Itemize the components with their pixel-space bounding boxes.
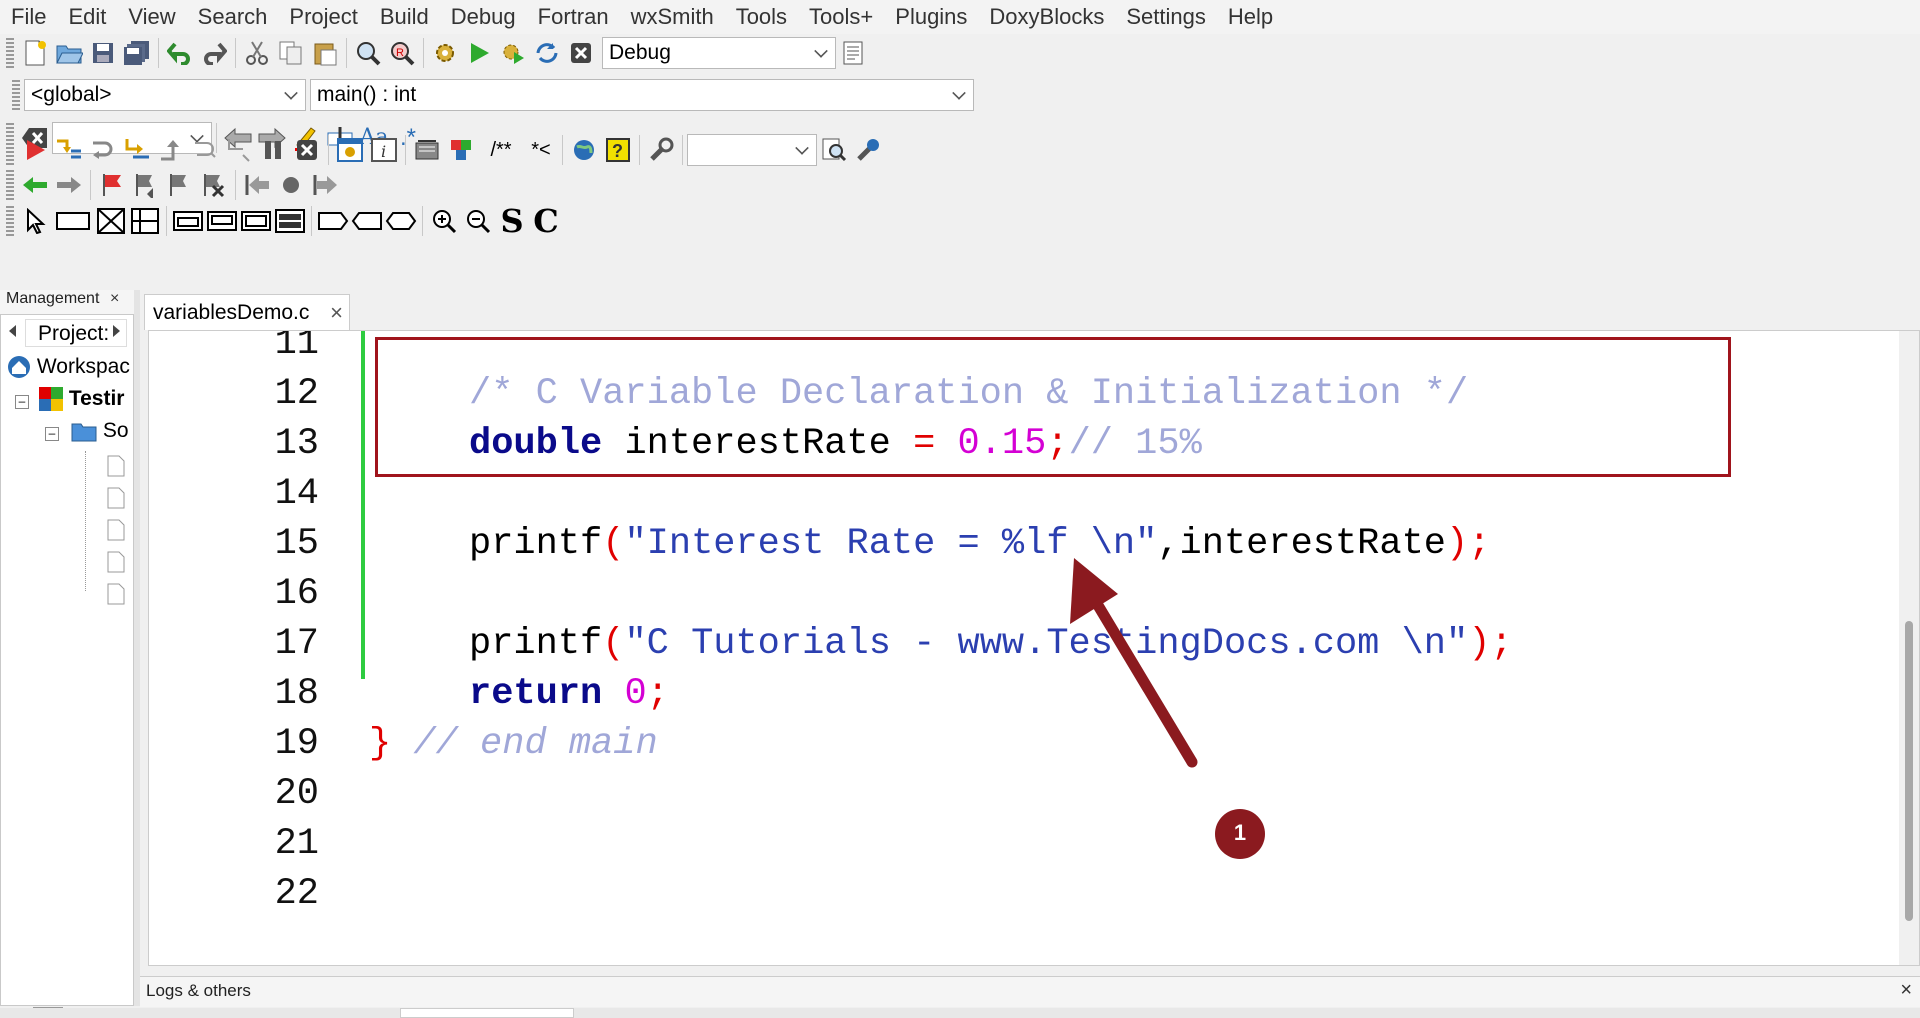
logs-title: Logs & others <box>146 981 251 1000</box>
status-bar <box>0 1008 1920 1018</box>
annotation-arrow-head <box>1070 558 1118 624</box>
logs-panel: Logs & others × <box>140 976 1920 1007</box>
annotation-arrow-shaft <box>1084 586 1198 768</box>
annotation-overlay <box>1070 558 1265 859</box>
annotation-badge-label: 1 <box>1233 820 1247 845</box>
logs-close-icon[interactable]: × <box>1900 979 1912 1002</box>
status-field <box>400 1008 574 1018</box>
